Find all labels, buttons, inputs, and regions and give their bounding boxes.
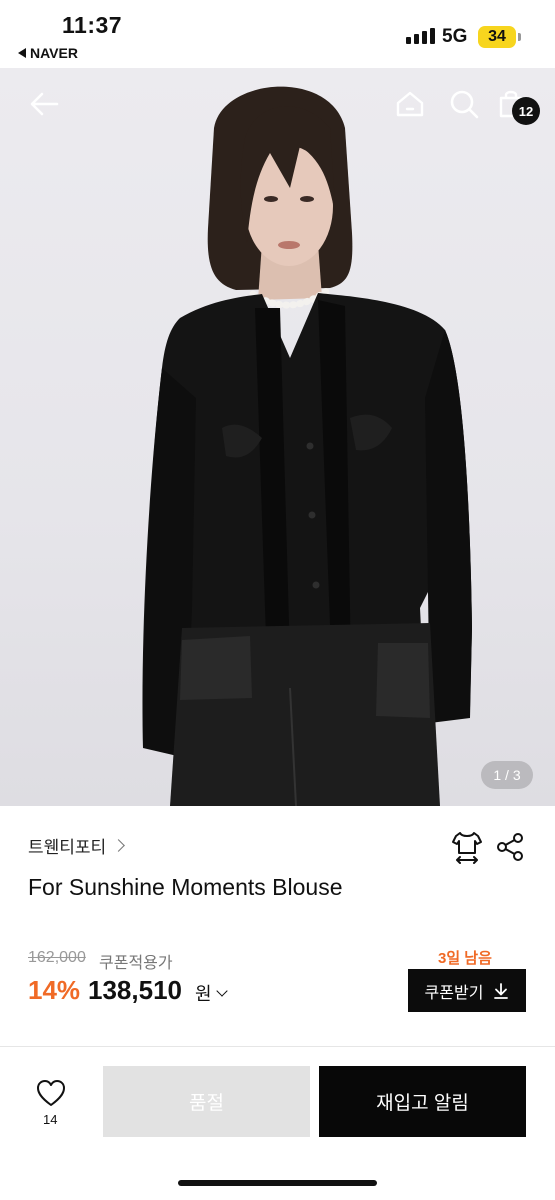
get-coupon-button[interactable]: 쿠폰받기 — [408, 969, 526, 1012]
coupon-days-left: 3일 남음 — [438, 950, 492, 967]
soldout-button: 품절 — [103, 1066, 310, 1137]
product-image[interactable] — [0, 68, 555, 806]
discount-rate: 14% — [28, 975, 81, 1005]
like-count: 14 — [43, 1112, 58, 1127]
original-price: 162,000 — [28, 949, 86, 966]
back-app-label: NAVER — [30, 45, 78, 61]
battery-level: 34 — [488, 28, 506, 45]
back-to-app-link[interactable]: NAVER — [18, 45, 78, 61]
model-photo — [142, 86, 472, 806]
chevron-right-icon — [112, 839, 126, 852]
image-pager: 1 / 3 — [481, 761, 533, 789]
status-time: 11:37 — [62, 12, 123, 38]
home-icon[interactable] — [394, 88, 426, 120]
brand-link[interactable]: 트웬티포티 — [28, 833, 126, 858]
size-guide-icon[interactable] — [451, 830, 483, 864]
home-indicator[interactable] — [178, 1180, 377, 1186]
currency-label: 원 — [195, 984, 212, 1004]
search-icon[interactable] — [448, 88, 480, 120]
network-type: 5G — [442, 26, 468, 47]
price-detail-toggle[interactable]: 원 — [195, 980, 228, 1006]
signal-icon — [406, 28, 435, 44]
battery-icon: 34 — [478, 26, 516, 48]
restock-alert-button[interactable]: 재입고 알림 — [319, 1066, 526, 1137]
cart-count-badge: 12 — [512, 97, 540, 125]
brand-name: 트웬티포티 — [28, 838, 107, 857]
back-triangle-icon — [18, 48, 26, 58]
product-title: For Sunshine Moments Blouse — [28, 874, 343, 900]
sale-price: 138,510 — [88, 975, 182, 1005]
battery-tip — [518, 33, 521, 41]
status-bar: 11:37 NAVER 5G 34 — [0, 0, 555, 68]
share-icon[interactable] — [496, 832, 524, 862]
download-icon — [494, 982, 509, 999]
coupon-price-label: 쿠폰적용가 — [99, 955, 173, 972]
back-arrow-icon[interactable] — [28, 88, 60, 120]
coupon-button-label: 쿠폰받기 — [424, 984, 484, 1002]
chevron-down-icon — [215, 985, 228, 997]
divider — [0, 1046, 555, 1047]
heart-icon[interactable] — [36, 1079, 66, 1107]
